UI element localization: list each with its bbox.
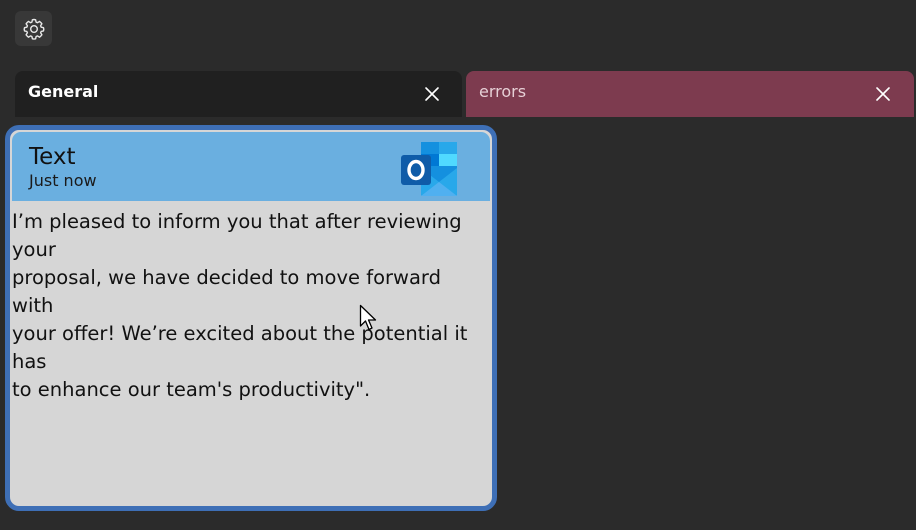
- tab-errors[interactable]: errors: [466, 71, 914, 117]
- close-icon[interactable]: [422, 84, 442, 104]
- tab-label: errors: [479, 82, 527, 101]
- close-icon[interactable]: [873, 84, 893, 104]
- notification-toast[interactable]: Text Just now I’m pleased to inform you …: [5, 125, 497, 511]
- tab-label: General: [28, 82, 99, 101]
- notification-title: Text: [29, 144, 76, 170]
- notification-time: Just now: [29, 171, 97, 190]
- mouse-cursor-icon: [359, 304, 377, 331]
- notification-body: I’m pleased to inform you that after rev…: [12, 210, 468, 401]
- gear-icon: [23, 18, 44, 40]
- outlook-icon: [401, 142, 457, 196]
- notification-header: Text Just now: [12, 132, 490, 201]
- tab-general[interactable]: General: [15, 71, 462, 117]
- settings-button[interactable]: [15, 11, 52, 46]
